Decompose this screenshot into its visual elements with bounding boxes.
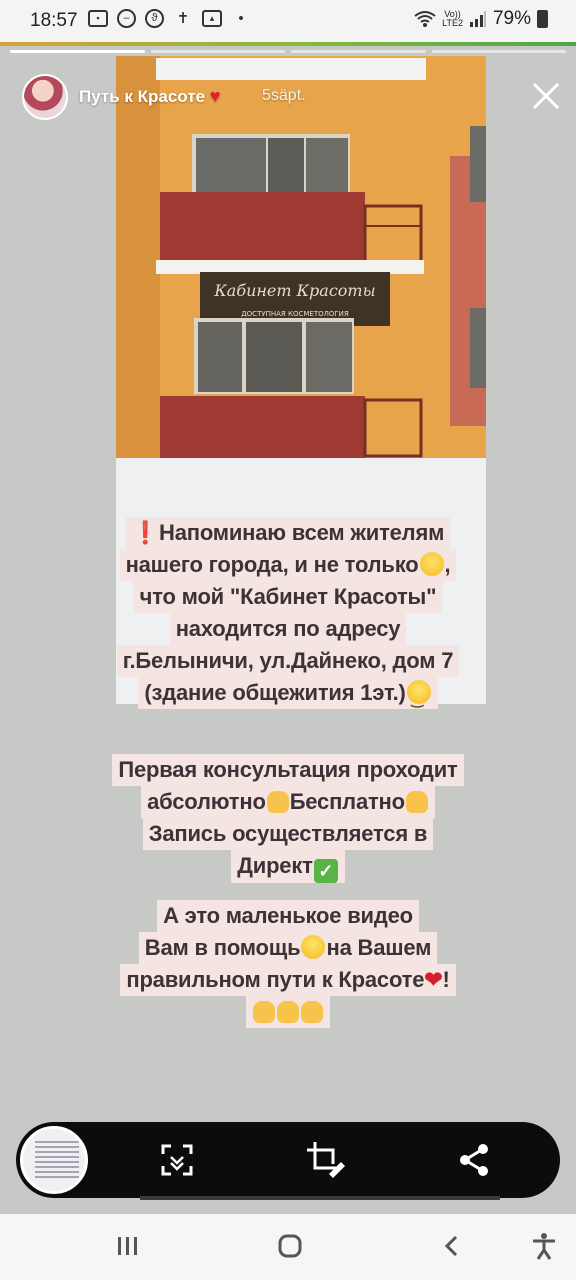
caption-line: (здание общежития 1эт.) (138, 677, 438, 715)
viber-icon: ϑ (145, 8, 164, 28)
point-up-hand-icon (266, 791, 289, 813)
caption-line: Директ ✓ (231, 850, 345, 883)
battery-percent: 79% (492, 8, 531, 29)
bottom-divider (140, 1196, 500, 1200)
accessibility-button[interactable] (524, 1228, 564, 1264)
heart-emoji-icon: ❤ (424, 967, 443, 992)
smile-emoji-icon (406, 680, 431, 715)
accessibility-icon (533, 1233, 555, 1260)
caption-block-address: ❗Напоминаю всем жителям нашего города, и… (0, 517, 576, 715)
wifi-icon (414, 11, 436, 27)
caption-line: Первая консультация проходит (112, 754, 464, 786)
caption-line (246, 996, 330, 1028)
point-right-hand-icon (277, 1001, 299, 1023)
story-username[interactable]: Путь к Красоте ♥ (79, 86, 220, 107)
crop-edit-icon[interactable] (305, 1140, 345, 1180)
back-chevron-icon (444, 1235, 458, 1257)
progress-segment (431, 50, 566, 53)
close-icon[interactable] (528, 78, 564, 114)
caption-line: абсолютно Бесплатно (141, 786, 435, 818)
story-time: 5säpt. (262, 87, 306, 104)
progress-fill (10, 50, 145, 53)
caption-line: Запись осуществляется в (142, 818, 434, 850)
point-up-hand-icon (405, 791, 428, 813)
check-mark-icon: ✓ (313, 859, 338, 883)
point-right-hand-icon (301, 1001, 323, 1023)
battery-icon (537, 10, 548, 28)
progress-segment (150, 50, 285, 53)
caption-line: Вам в помощь на Вашем (138, 932, 438, 964)
caption-line: находится по адресу (169, 613, 407, 645)
caption-line: ❗Напоминаю всем жителям (125, 517, 451, 549)
caption-line: А это маленькое видео (157, 900, 419, 932)
exclamation-icon: ❗ (131, 520, 160, 545)
status-time: 18:57 (30, 10, 78, 31)
wink-emoji-icon (419, 552, 444, 576)
dot-icon: • (238, 9, 244, 27)
home-icon (278, 1234, 302, 1258)
back-button[interactable] (432, 1228, 472, 1264)
app-header-divider (0, 42, 576, 46)
share-icon[interactable] (455, 1140, 495, 1180)
recent-apps-button[interactable] (108, 1228, 148, 1264)
status-bar: 18:57 ▪ – ϑ ✝ ▴ • Vo)) LTE2 79% (0, 0, 576, 42)
caption-line: нашего города, и не только, (119, 549, 457, 581)
username-text: Путь к Красоте (79, 87, 206, 106)
progress-segment (10, 50, 145, 53)
caption-block-video: А это маленькое видео Вам в помощь на Ва… (0, 900, 576, 1028)
accessibility-icon: ✝ (176, 10, 190, 27)
caption-line: г.Белыничи, ул.Дайнеко, дом 7 (116, 645, 460, 677)
system-icons: Vo)) LTE2 79% (414, 8, 548, 30)
sign-subtitle: ДОСТУПНАЯ КОСМЕТОЛОГИЯ (241, 310, 349, 318)
heart-icon: ♥ (209, 86, 221, 106)
caption-line: что мой "Кабинет Красоты" (133, 581, 443, 613)
home-button[interactable] (270, 1228, 310, 1264)
gallery-icon: ▴ (202, 9, 222, 27)
thumbnail-preview (35, 1141, 79, 1181)
notification-icons: ▪ – ϑ ✝ ▴ • (88, 8, 251, 28)
point-right-hand-icon (253, 1001, 275, 1023)
recent-apps-icon (118, 1237, 137, 1255)
story-progress (10, 50, 566, 53)
scan-icon[interactable] (157, 1140, 197, 1180)
progress-segment (291, 50, 426, 53)
caption-block-consultation: Первая консультация проходит абсолютно Б… (0, 754, 576, 883)
avatar[interactable] (22, 74, 68, 120)
screenshot-thumbnail[interactable] (20, 1126, 88, 1194)
volte-indicator: Vo)) LTE2 (442, 9, 463, 28)
signal-icon (469, 11, 486, 27)
tv-app-icon: ▪ (88, 9, 108, 27)
do-not-disturb-icon: – (117, 8, 136, 28)
sign-title: Кабинет Красоты (213, 281, 375, 300)
caption-line: правильном пути к Красоте❤! (120, 964, 456, 996)
wink-emoji-icon (301, 935, 326, 959)
